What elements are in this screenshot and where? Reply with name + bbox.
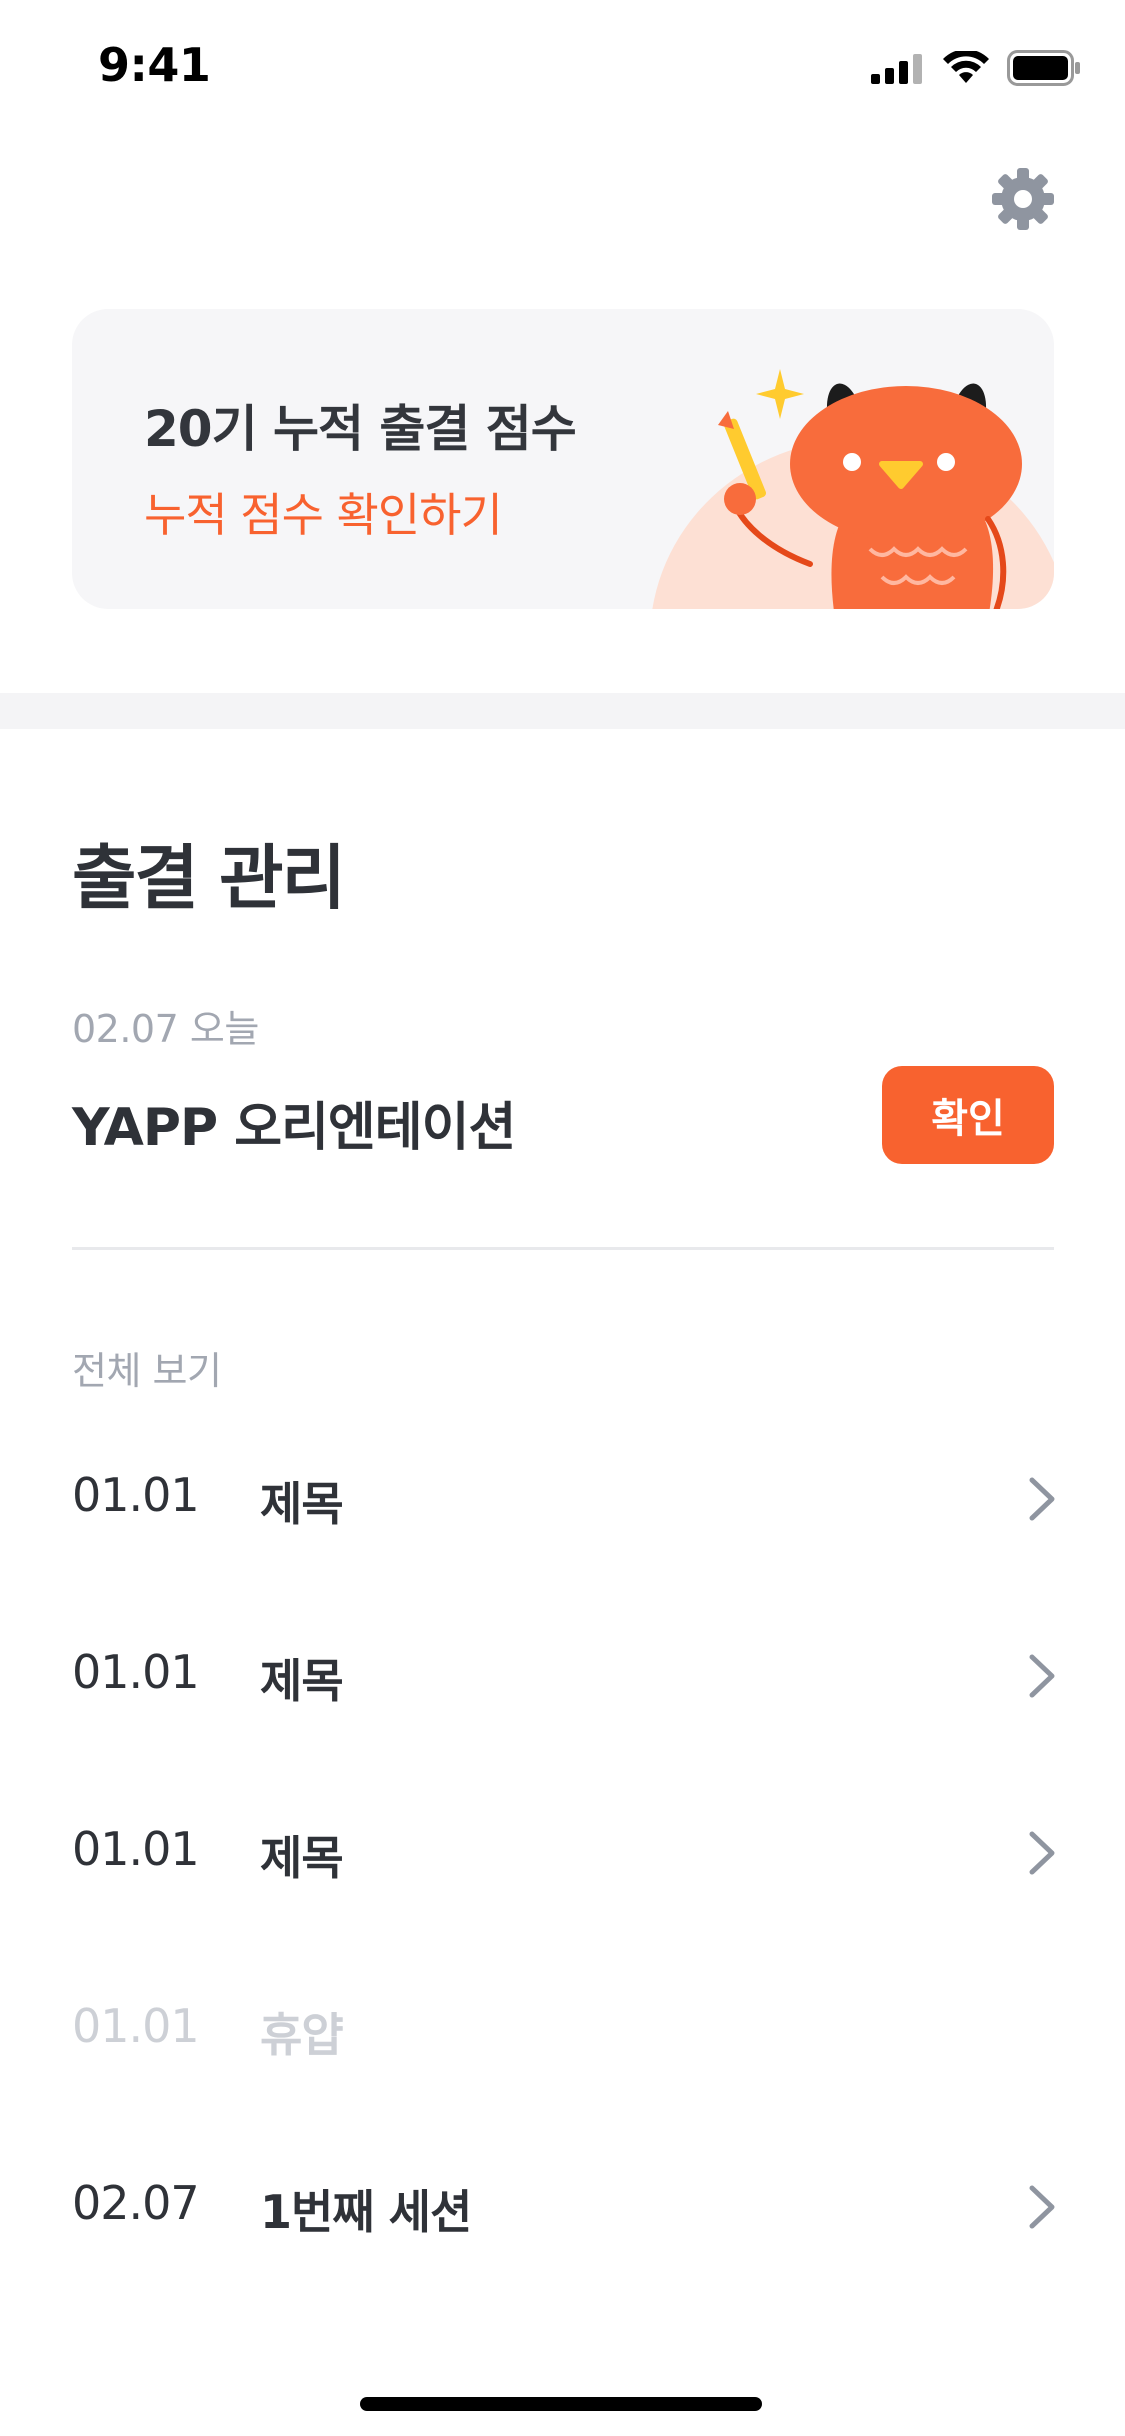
status-time: 9:41 bbox=[98, 38, 211, 92]
session-list: 01.01 제목 01.01 제목 01.01 제목 01.01 휴얍 02.0… bbox=[0, 1410, 1125, 2295]
settings-button[interactable] bbox=[990, 166, 1056, 232]
list-item-title: 제목 bbox=[260, 1477, 344, 1531]
list-item-date: 01.01 bbox=[72, 1645, 200, 1699]
status-icons bbox=[871, 50, 1081, 86]
chevron-right-icon bbox=[1029, 2185, 1055, 2229]
chevron-right-icon bbox=[1029, 1654, 1055, 1698]
score-card[interactable]: 20기 누적 출결 점수 누적 점수 확인하기 bbox=[72, 309, 1054, 609]
confirm-button[interactable]: 확인 bbox=[882, 1066, 1054, 1164]
list-item[interactable]: 02.07 1번째 세션 bbox=[0, 2118, 1125, 2295]
list-item[interactable]: 01.01 제목 bbox=[0, 1764, 1125, 1941]
view-all-label: 전체 보기 bbox=[72, 1349, 222, 1393]
section-divider bbox=[0, 693, 1125, 729]
list-item[interactable]: 01.01 제목 bbox=[0, 1587, 1125, 1764]
page-title: 출결 관리 bbox=[72, 837, 346, 919]
today-session-title: YAPP 오리엔테이션 bbox=[72, 1098, 516, 1158]
status-bar: 9:41 bbox=[0, 0, 1125, 132]
chevron-right-icon bbox=[1029, 1831, 1055, 1875]
list-item-disabled: 01.01 휴얍 bbox=[0, 1941, 1125, 2118]
score-card-link[interactable]: 누적 점수 확인하기 bbox=[144, 479, 503, 545]
home-indicator[interactable] bbox=[360, 2397, 762, 2411]
chevron-right-icon bbox=[1029, 1477, 1055, 1521]
score-card-title: 20기 누적 출결 점수 bbox=[144, 400, 577, 458]
list-item-date: 01.01 bbox=[72, 1999, 200, 2053]
wifi-icon bbox=[943, 51, 989, 83]
list-item-date: 01.01 bbox=[72, 1468, 200, 1522]
list-item-date: 02.07 bbox=[72, 2176, 200, 2230]
gear-icon bbox=[992, 168, 1054, 230]
today-date-label: 02.07 오늘 bbox=[72, 1007, 259, 1051]
sparkle-icon bbox=[756, 369, 804, 419]
list-item-date: 01.01 bbox=[72, 1822, 200, 1876]
divider bbox=[72, 1247, 1054, 1250]
attendance-screen: 9:41 20기 누적 출결 점수 누적 점수 확인하기 출결 관리 02.07… bbox=[0, 0, 1125, 2436]
list-item[interactable]: 01.01 제목 bbox=[0, 1410, 1125, 1587]
battery-icon bbox=[1007, 50, 1080, 86]
list-item-title: 제목 bbox=[260, 1831, 344, 1885]
list-item-title: 1번째 세션 bbox=[260, 2185, 472, 2239]
mascot-illustration bbox=[652, 369, 1054, 609]
list-item-title: 제목 bbox=[260, 1654, 344, 1708]
cellular-signal-icon bbox=[871, 54, 922, 84]
list-item-title: 휴얍 bbox=[260, 2008, 344, 2062]
